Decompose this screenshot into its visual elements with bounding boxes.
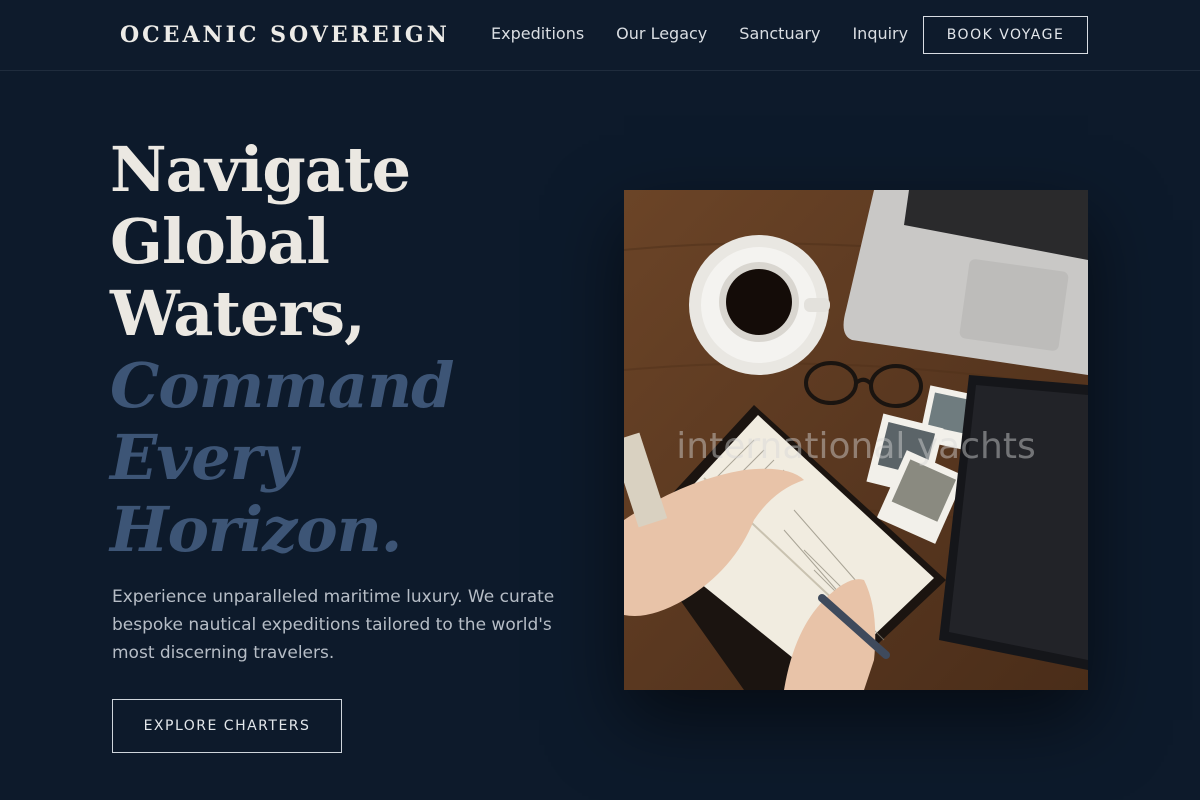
top-navigation: OCEANIC SOVEREIGN Expeditions Our Legacy… — [0, 0, 1200, 71]
nav-link-sanctuary[interactable]: Sanctuary — [739, 24, 820, 43]
explore-charters-button[interactable]: EXPLORE CHARTERS — [112, 699, 342, 753]
hero-title-line: Global — [110, 205, 330, 278]
brand-logo[interactable]: OCEANIC SOVEREIGN — [120, 22, 450, 48]
hero-title-accent-line: Horizon. — [110, 493, 402, 566]
image-caption: international yachts — [676, 426, 1036, 467]
coffee-cup-icon — [689, 235, 830, 375]
hero-title-accent-line: Every — [110, 421, 297, 494]
nav-link-expeditions[interactable]: Expeditions — [491, 24, 584, 43]
nav-links: Expeditions Our Legacy Sanctuary Inquiry — [491, 24, 908, 43]
book-voyage-button[interactable]: BOOK VOYAGE — [923, 16, 1088, 54]
hero-description: Experience unparalleled maritime luxury.… — [112, 587, 555, 663]
hero-title-line: Waters, — [110, 277, 366, 350]
hero-photo: international yachts — [624, 190, 1088, 690]
hero-title-line: Navigate — [110, 133, 411, 206]
nav-link-inquiry[interactable]: Inquiry — [852, 24, 908, 43]
nav-link-our-legacy[interactable]: Our Legacy — [616, 24, 707, 43]
hero-title: Navigate Global Waters, Command Every Ho… — [110, 134, 590, 566]
hero-title-accent-line: Command — [110, 349, 455, 422]
